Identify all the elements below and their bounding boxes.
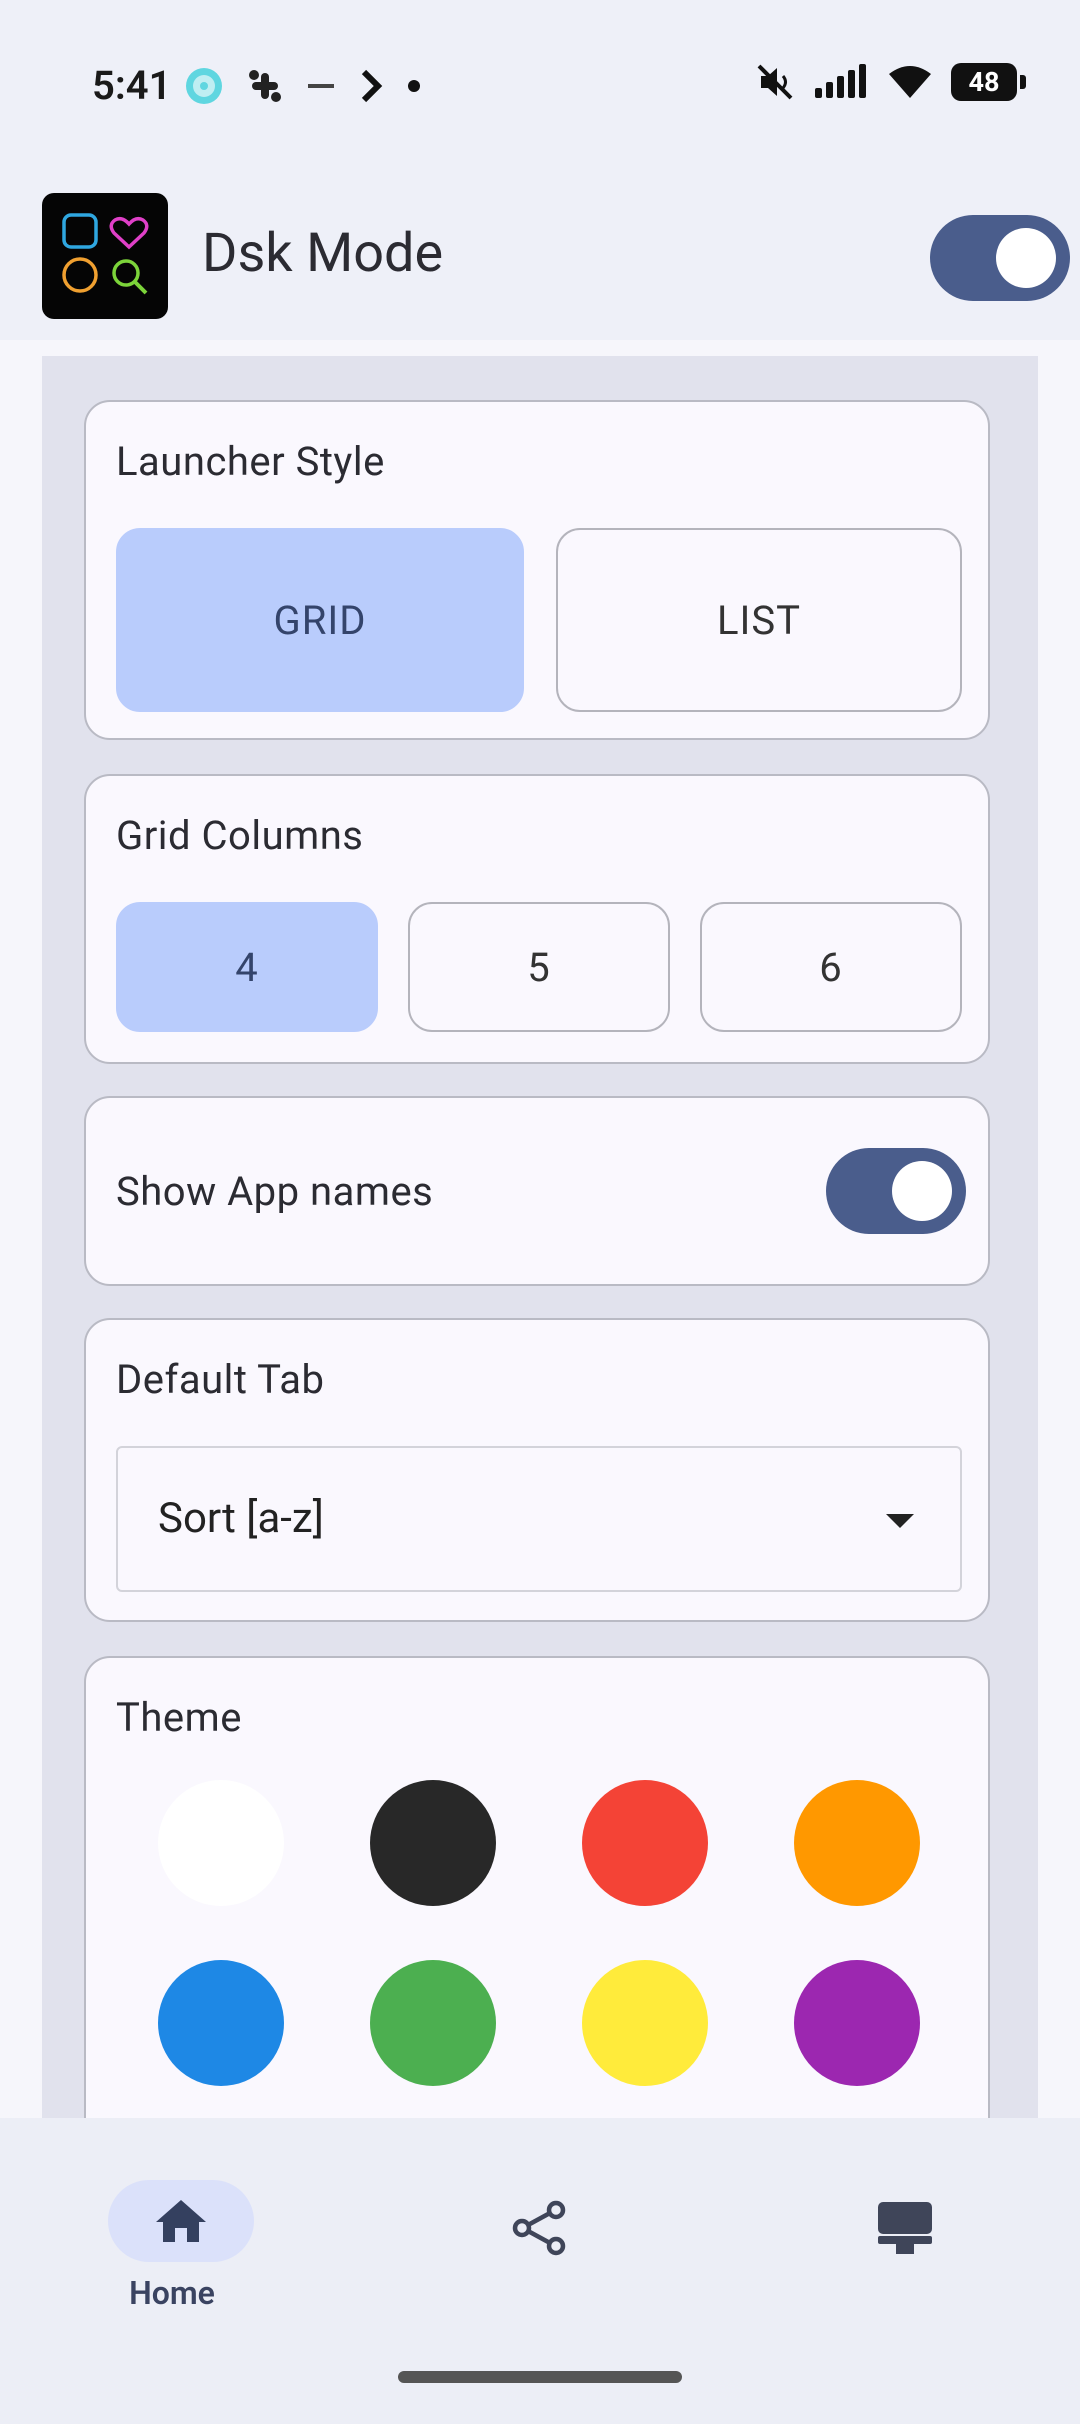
launcher-style-card: Launcher Style GRID LIST <box>84 400 990 740</box>
theme-color-swatch[interactable] <box>370 1780 496 1906</box>
signal-icon <box>815 64 866 98</box>
home-gesture-bar[interactable] <box>398 2371 682 2383</box>
app-bar: Dsk Mode <box>0 175 1080 340</box>
show-app-names-label: Show App names <box>116 1168 434 1215</box>
nav-kiosk[interactable] <box>786 2148 1026 2308</box>
default-tab-card: Default Tab Sort [a-z] <box>84 1318 990 1622</box>
theme-color-swatch[interactable] <box>370 1960 496 2086</box>
mute-icon <box>757 64 793 100</box>
theme-color-swatch[interactable] <box>582 1960 708 2086</box>
show-app-names-card: Show App names <box>84 1096 990 1286</box>
battery-level: 48 <box>951 63 1017 101</box>
default-tab-dropdown[interactable]: Sort [a-z] <box>116 1446 962 1592</box>
launcher-style-grid-button[interactable]: GRID <box>116 528 524 712</box>
theme-color-swatch[interactable] <box>158 1960 284 2086</box>
default-tab-title: Default Tab <box>116 1356 325 1403</box>
grid-columns-4-button[interactable]: 4 <box>116 902 378 1032</box>
grid-columns-title: Grid Columns <box>116 812 364 859</box>
desk-mode-toggle[interactable] <box>930 215 1070 301</box>
grid-columns-card: Grid Columns 4 5 6 <box>84 774 990 1064</box>
settings-content[interactable]: Launcher Style GRID LIST Grid Columns 4 … <box>0 340 1080 2118</box>
slack-icon <box>249 70 281 102</box>
theme-color-swatch[interactable] <box>158 1780 284 1906</box>
app-logo-icon <box>42 193 168 319</box>
status-time: 5:41 <box>92 62 172 109</box>
settings-panel: Launcher Style GRID LIST Grid Columns 4 … <box>42 356 1038 2118</box>
text-logo-icon <box>308 84 334 88</box>
system-icons: 48 <box>755 62 1026 102</box>
toggle-knob <box>996 228 1056 288</box>
theme-color-swatch[interactable] <box>582 1780 708 1906</box>
theme-title: Theme <box>116 1694 242 1741</box>
home-icon <box>156 2200 206 2242</box>
nav-share[interactable] <box>420 2148 660 2308</box>
toggle-knob <box>892 1161 952 1221</box>
battery-icon: 48 <box>951 63 1026 101</box>
theme-card: Theme <box>84 1656 990 2118</box>
theme-color-swatch[interactable] <box>794 1780 920 1906</box>
kiosk-icon <box>878 2202 932 2254</box>
chevron-right-icon <box>361 69 383 103</box>
share-icon <box>512 2200 566 2256</box>
theme-color-swatch[interactable] <box>794 1960 920 2086</box>
app-title: Dsk Mode <box>202 222 444 285</box>
grid-columns-6-button[interactable]: 6 <box>700 902 962 1032</box>
show-app-names-toggle[interactable] <box>826 1148 966 1234</box>
grid-columns-5-button[interactable]: 5 <box>408 902 670 1032</box>
default-tab-value: Sort [a-z] <box>158 1494 324 1543</box>
dot-icon <box>408 80 420 92</box>
wifi-icon <box>889 66 931 98</box>
launcher-style-title: Launcher Style <box>116 438 385 485</box>
status-bar: 5:41 48 <box>0 0 1080 175</box>
nav-home-label: Home <box>129 2274 215 2312</box>
launcher-style-list-button[interactable]: LIST <box>556 528 962 712</box>
notification-icons <box>184 66 422 106</box>
nav-home[interactable]: Home <box>52 2148 292 2312</box>
dropdown-arrow-icon <box>886 1514 914 1528</box>
media-disc-icon <box>186 68 222 104</box>
